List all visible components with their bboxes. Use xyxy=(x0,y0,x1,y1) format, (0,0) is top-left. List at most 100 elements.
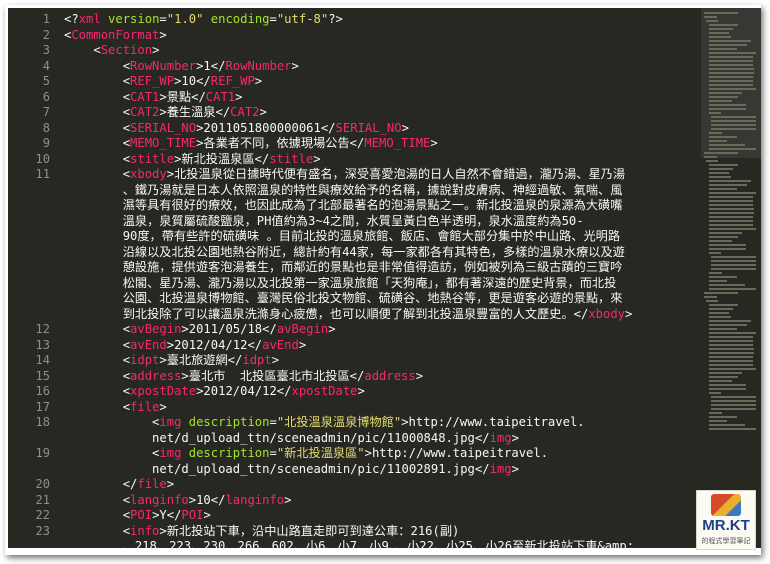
code-line[interactable]: <xbody>北投溫泉從日據時代便有盛名，深受喜愛泡湯的日人自然不會錯過，瀧乃湯… xyxy=(64,167,625,182)
minimap-line xyxy=(708,360,753,362)
minimap-line xyxy=(708,288,756,290)
minimap-line xyxy=(708,168,734,170)
minimap-line xyxy=(708,188,737,190)
code-line[interactable]: <?xml version="1.0" encoding="utf-8"?> xyxy=(64,12,343,27)
xml-tag-name: avEnd xyxy=(262,337,299,352)
xml-text: < xyxy=(64,322,131,336)
code-line[interactable]: <idpt>臺北旅遊網</idpt> xyxy=(64,353,279,368)
code-line[interactable]: <xpostDate>2012/04/12</xpostDate> xyxy=(64,384,365,399)
code-line[interactable]: 松閣、星乃湯、瀧乃湯以及北投第一家溫泉旅館「天狗庵」，都有著深遠的歷史背景，而北… xyxy=(64,276,617,291)
xml-text: 公園、北投溫泉博物館、臺灣民俗北投文物館、硫磺谷、地熱谷等，更是遊客必遊的景點，… xyxy=(64,291,623,305)
minimap-line xyxy=(708,376,739,378)
code-line[interactable]: 公園、北投溫泉博物館、臺灣民俗北投文物館、硫磺谷、地熱谷等，更是遊客必遊的景點，… xyxy=(64,291,623,306)
xml-tag-name: img xyxy=(489,430,512,445)
minimap-line xyxy=(708,44,748,46)
code-line[interactable]: <CAT2>養生溫泉</CAT2> xyxy=(64,105,267,120)
line-number: 18 xyxy=(35,415,50,429)
minimap-line xyxy=(708,308,734,310)
xml-attribute: description xyxy=(188,415,270,429)
xml-tag-name: img xyxy=(489,461,512,476)
xml-text: >2011/05/18</ xyxy=(181,322,277,336)
code-line[interactable]: <stitle>新北投溫泉區</stitle> xyxy=(64,152,321,167)
code-line[interactable]: <POI>Y</POI> xyxy=(64,508,211,523)
xml-text: 90度，帶有些許的硫磺味 。目前北投的溫泉旅館、飯店、會館大部分集中於中山路、光… xyxy=(64,229,621,243)
minimap-line xyxy=(708,244,746,246)
code-line[interactable]: <address>臺北市 北投區臺北市北投區</address> xyxy=(64,369,423,384)
minimap-line xyxy=(708,332,756,334)
line-number: 12 xyxy=(35,322,50,336)
minimap-line xyxy=(708,224,753,226)
xml-text: > xyxy=(298,337,307,352)
code-line[interactable]: <SERIAL_NO>2011051800000061</SERIAL_NO> xyxy=(64,121,409,136)
xml-tag-name: CAT1 xyxy=(130,89,160,104)
xml-text: < xyxy=(64,492,131,507)
code-line[interactable]: <file> xyxy=(64,400,167,415)
xml-text: >10</ xyxy=(188,492,226,507)
code-line[interactable]: 、218、223、230、266、602、小6、小7、小9、、小22、小25、小… xyxy=(64,539,634,548)
xml-string: "北投溫泉溫泉博物館" xyxy=(276,415,402,429)
code-line[interactable]: 憩設施，提供遊客泡湯養生，而鄰近的景點也是非常值得造訪，例如被列為三級古蹟的三寶… xyxy=(64,260,623,275)
code-line[interactable]: 濕等具有很好的療效，也因此成為了北部最著名的泡湯景點之一。新北投溫泉的泉源為大磺… xyxy=(64,198,623,213)
code-line[interactable]: <info>新北投站下車，沿中山路直走即可到達公車：216(副) xyxy=(64,524,460,539)
line-number: 17 xyxy=(35,399,50,414)
xml-text: < xyxy=(64,508,131,522)
xml-text: 溫泉，泉質屬硫酸鹽泉，PH值約為3~4之間，水質呈黃白色半透明，泉水溫度約為50… xyxy=(64,213,584,228)
minimap-line xyxy=(708,48,737,50)
minimap-line xyxy=(708,148,756,150)
code-line[interactable]: <Section> xyxy=(64,43,159,58)
minimap-line xyxy=(708,236,739,238)
line-number: 9 xyxy=(42,136,50,150)
code-line[interactable]: net/d_upload_ttn/sceneadmin/pic/11002891… xyxy=(64,462,519,477)
minimap-line xyxy=(708,200,753,202)
xml-tag-name: langinfo xyxy=(130,492,189,507)
code-line[interactable]: 90度，帶有些許的硫磺味 。目前北投的溫泉旅館、飯店、會館大部分集中於中山路、光… xyxy=(64,229,620,244)
code-line[interactable]: 沿線以及北投公園地熱谷附近，總計約有44家，每一家都各有其特色，多樣的溫泉水療以… xyxy=(64,245,625,260)
xml-tag-name: img xyxy=(159,446,189,460)
code-line[interactable]: <CAT1>景點</CAT1> xyxy=(64,90,243,105)
minimap-line xyxy=(708,392,722,394)
line-number: 5 xyxy=(42,74,50,88)
code-line[interactable]: 溫泉，泉質屬硫酸鹽泉，PH值約為3~4之間，水質呈黃白色半透明，泉水溫度約為50… xyxy=(64,214,584,229)
code-editor[interactable]: 1 2 3 4 5 6 7 8 9 10 11 12 13 14 15 16 17 18 19 20 21 22 23 <?… xyxy=(8,8,701,548)
minimap-line xyxy=(711,124,756,126)
xml-tag-name: img xyxy=(159,415,189,429)
xml-text: > xyxy=(259,105,267,119)
minimap[interactable] xyxy=(701,8,761,548)
code-line[interactable]: <langinfo>10</langinfo> xyxy=(64,492,292,508)
minimap-line xyxy=(711,116,756,118)
code-line[interactable]: 、鐵乃湯就是日本人依照溫泉的特性與療效給予的名稱，據說對皮膚病、神經過敏、氣喘、… xyxy=(64,183,623,198)
line-number: 22 xyxy=(35,508,50,522)
code-line[interactable]: <avEnd>2012/04/12</avEnd> xyxy=(64,338,306,353)
xml-text: < xyxy=(64,120,131,135)
minimap-line xyxy=(708,284,745,286)
code-line[interactable]: <MEMO_TIME>各業者不同，依據現場公告</MEMO_TIME> xyxy=(64,136,438,151)
xml-text: >1</ xyxy=(196,58,226,73)
code-line[interactable]: <img description="北投溫泉溫泉博物館">http://www.… xyxy=(64,415,585,430)
code-line[interactable]: </file> xyxy=(64,477,174,492)
xml-text: > xyxy=(284,492,292,507)
code-line[interactable]: <CommonFormat> xyxy=(64,28,167,43)
code-line[interactable]: 到北投除了可以讓溫泉洗滌身心疲憊，也可以順便了解到北投溫泉豐富的人文歷史。</x… xyxy=(64,307,633,322)
xml-string: "新北投溫泉區" xyxy=(276,446,365,460)
minimap-line xyxy=(708,280,727,282)
xml-tag-name: POI xyxy=(130,508,153,522)
code-line[interactable]: <img description="新北投溫泉區">http://www.tai… xyxy=(64,446,548,461)
code-line[interactable]: <avBegin>2011/05/18</avBegin> xyxy=(64,322,336,337)
logo-icon xyxy=(711,494,741,516)
minimap-line xyxy=(706,160,719,162)
xml-text: < xyxy=(64,368,131,383)
minimap-line xyxy=(708,240,733,242)
minimap-line xyxy=(708,64,753,66)
xml-text: = xyxy=(269,446,277,460)
code-line[interactable]: <RowNumber>1</RowNumber> xyxy=(64,59,299,74)
code-line[interactable]: <REF_WP>10</REF_WP> xyxy=(64,74,262,89)
xml-text: > xyxy=(254,74,263,88)
xml-text: < xyxy=(64,399,131,414)
line-number: 21 xyxy=(35,492,50,507)
minimap-line xyxy=(708,372,743,374)
minimap-line xyxy=(708,32,730,34)
code-line[interactable]: net/d_upload_ttn/sceneadmin/pic/11000848… xyxy=(64,431,519,446)
xml-text: 憩設施，提供遊客泡湯養生，而鄰近的景點也是非常值得造訪，例如被列為三級古蹟的三寶… xyxy=(64,260,623,274)
xml-text: >2011051800000061</ xyxy=(196,120,336,135)
minimap-line xyxy=(704,292,739,294)
